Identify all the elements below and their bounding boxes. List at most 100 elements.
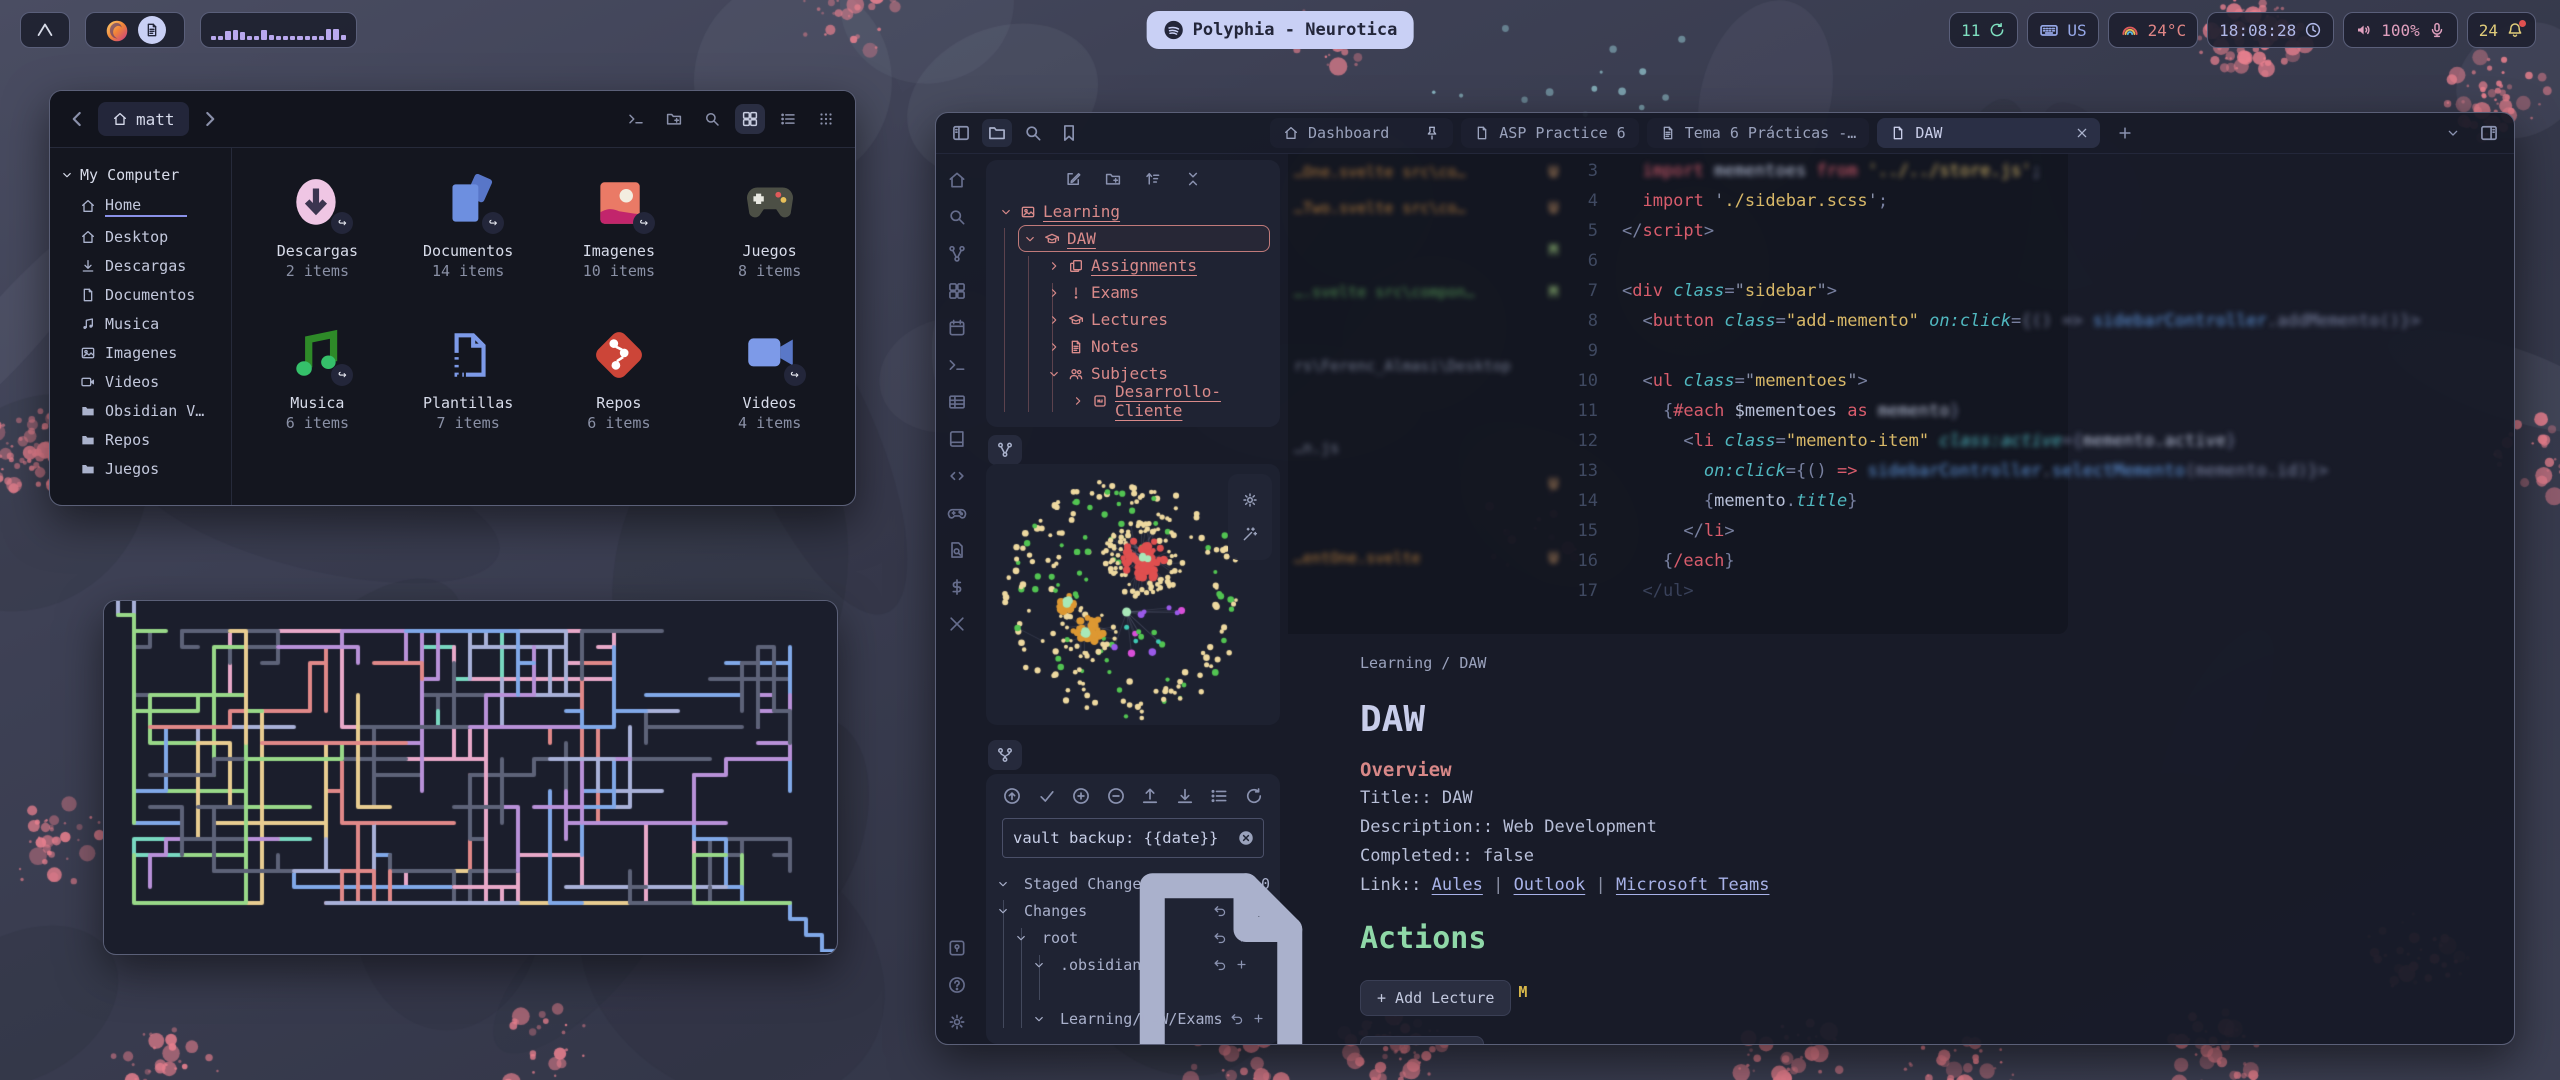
tree-item[interactable]: Lectures (1042, 306, 1272, 333)
sidebar-item[interactable]: Imagenes (50, 338, 231, 367)
book-icon[interactable] (947, 429, 967, 449)
editor-tab[interactable]: ASP Practice 6 (1461, 118, 1638, 148)
home-icon[interactable] (947, 170, 967, 190)
sidebar-section-header[interactable]: My Computer (50, 160, 231, 190)
undo-icon[interactable] (1230, 1011, 1245, 1026)
layout-icon[interactable] (947, 281, 967, 301)
gamepad-icon[interactable] (947, 503, 967, 523)
vscode-background-window[interactable]: …One.svelte src\co…U …Two.svelte src\co…… (1288, 154, 2068, 634)
gear-icon[interactable] (1241, 491, 1259, 509)
grid-view-button[interactable] (735, 104, 765, 134)
list-icon[interactable] (1209, 786, 1229, 806)
editor-tab[interactable]: Tema 6 Prácticas -… (1647, 118, 1870, 148)
folder-item[interactable]: ↪ Videos 4 items (694, 326, 845, 432)
weather-widget[interactable]: 24°C (2108, 12, 2199, 48)
open-terminal-button[interactable] (621, 104, 651, 134)
folder-item[interactable]: Plantillas 7 items (393, 326, 544, 432)
back-icon[interactable] (64, 106, 90, 132)
check-icon[interactable] (1037, 786, 1057, 806)
tree-item[interactable]: Assignments (1042, 252, 1272, 279)
graph-view-panel[interactable] (986, 464, 1280, 725)
pluscirc-icon[interactable] (1071, 786, 1091, 806)
keyboard-layout-widget[interactable]: US (2027, 12, 2098, 48)
terminal-icon[interactable] (947, 355, 967, 375)
list-view-button[interactable] (773, 104, 803, 134)
sidebar-item[interactable]: Obsidian V… (50, 396, 231, 425)
folder-item[interactable]: ↪ Documentos 14 items (393, 174, 544, 280)
breadcrumb[interactable]: matt (98, 102, 189, 136)
toggle-right-sidebar-button[interactable] (2474, 119, 2504, 147)
gear-icon[interactable] (947, 1012, 967, 1032)
sidebar-item[interactable]: Descargas (50, 251, 231, 280)
folder-item[interactable]: Juegos 8 items (694, 174, 845, 280)
download-icon[interactable] (1175, 786, 1195, 806)
firefox-icon[interactable] (104, 18, 128, 42)
collapse-icon[interactable] (1184, 170, 1202, 188)
tree-item[interactable]: Learning (994, 198, 1272, 225)
forward-icon[interactable] (197, 106, 223, 132)
code-icon[interactable] (947, 466, 967, 486)
notes-app-icon[interactable] (138, 16, 166, 44)
note-link[interactable]: Aules (1432, 875, 1483, 895)
tree-item[interactable]: Exams (1042, 279, 1272, 306)
launcher-button[interactable] (20, 12, 70, 48)
editor-tab[interactable]: Dashboard (1270, 118, 1453, 148)
file-manager-window[interactable]: matt My Computer (49, 90, 856, 506)
close-tab-icon[interactable] (2074, 125, 2090, 141)
graph-view-chip[interactable] (988, 435, 1022, 465)
newnote-icon[interactable] (1064, 170, 1082, 188)
folder-item[interactable]: ↪ Imagenes 10 items (544, 174, 695, 280)
upload-icon[interactable] (1140, 786, 1160, 806)
pin-icon[interactable] (1424, 125, 1440, 141)
plus-icon[interactable] (1251, 1011, 1266, 1026)
notifications-widget[interactable]: 24 (2467, 12, 2536, 48)
search-button[interactable] (697, 104, 727, 134)
add-lecture-button[interactable]: + Add Lecture (1360, 980, 1511, 1016)
search-panel-button[interactable] (1018, 119, 1048, 147)
help-icon[interactable] (947, 975, 967, 995)
dollar-icon[interactable] (947, 577, 967, 597)
tree-item[interactable]: Notes (1042, 333, 1272, 360)
sidebar-item[interactable]: Juegos (50, 454, 231, 483)
graph-icon[interactable] (947, 244, 967, 264)
calendar-icon[interactable] (947, 318, 967, 338)
filesearch-icon[interactable] (947, 540, 967, 560)
folder-item[interactable]: ↪ Descargas 2 items (242, 174, 393, 280)
vault-icon[interactable] (947, 938, 967, 958)
sidebar-item[interactable]: Documentos (50, 280, 231, 309)
new-folder-button[interactable] (659, 104, 689, 134)
compact-view-button[interactable] (811, 104, 841, 134)
tools-icon[interactable] (947, 614, 967, 634)
upcirc-icon[interactable] (1002, 786, 1022, 806)
sidebar-item[interactable]: Home (50, 190, 231, 222)
tree-item[interactable]: Desarrollo-Cliente (1066, 387, 1272, 414)
git-panel-chip[interactable] (988, 740, 1022, 770)
toggle-left-sidebar-button[interactable] (946, 119, 976, 147)
search-icon[interactable] (947, 207, 967, 227)
volume-widget[interactable]: 100% (2343, 12, 2458, 48)
minuscirc-icon[interactable] (1106, 786, 1126, 806)
files-panel-button[interactable] (982, 119, 1012, 147)
folder-item[interactable]: Repos 6 items (544, 326, 695, 432)
editor-window[interactable]: Dashboard ASP Practice 6 Tema 6 Prác (935, 112, 2515, 1045)
now-playing-widget[interactable]: Polyphia - Neurotica (1147, 11, 1414, 49)
sidebar-item[interactable]: Desktop (50, 222, 231, 251)
sidebar-item[interactable]: Videos (50, 367, 231, 396)
git-row[interactable]: graph.json M (1050, 978, 1270, 1005)
refresh-icon[interactable] (1244, 786, 1264, 806)
wand-icon[interactable] (1241, 525, 1259, 543)
table-icon[interactable] (947, 392, 967, 412)
folder-item[interactable]: ↪ Musica 6 items (242, 326, 393, 432)
add-note-button[interactable]: + Add Note (1360, 1036, 1484, 1045)
updates-widget[interactable]: 11 (1949, 12, 2018, 48)
clock-widget[interactable]: 18:08:28 (2207, 12, 2334, 48)
bookmarks-panel-button[interactable] (1054, 119, 1084, 147)
newfolder-icon[interactable] (1104, 170, 1122, 188)
tree-item[interactable]: DAW (1018, 225, 1270, 252)
sidebar-item[interactable]: Repos (50, 425, 231, 454)
note-link[interactable]: Microsoft Teams (1616, 875, 1770, 895)
sidebar-item[interactable]: Musica (50, 309, 231, 338)
note-link[interactable]: Outlook (1514, 875, 1586, 895)
tab-list-button[interactable] (2438, 119, 2468, 147)
sort-icon[interactable] (1144, 170, 1162, 188)
